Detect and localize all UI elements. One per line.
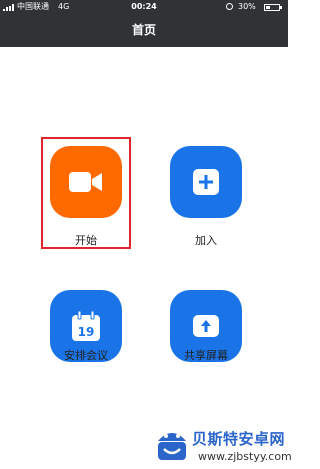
status-bar: 中国联通 4G 00:24 30% (0, 0, 288, 14)
plus-icon (193, 169, 219, 195)
join-meeting-button[interactable] (170, 146, 242, 218)
schedule-meeting-label: 安排会议 (64, 349, 108, 362)
video-camera-icon (69, 172, 102, 192)
start-meeting-button[interactable] (50, 146, 122, 218)
android-logo-icon (158, 433, 186, 460)
watermark: 贝斯特安卓网 www.zjbstyy.com (150, 423, 292, 469)
share-screen-label: 共享屏幕 (184, 349, 228, 362)
start-meeting-label: 开始 (75, 234, 97, 247)
calendar-day: 19 (78, 325, 95, 339)
rotation-lock-icon (226, 3, 233, 10)
watermark-title: 贝斯特安卓网 (192, 430, 286, 448)
battery-icon (264, 4, 282, 11)
page-title: 首页 (131, 23, 156, 37)
watermark-url: www.zjbstyy.com (198, 450, 292, 463)
battery-percentage: 30% (238, 2, 256, 11)
join-meeting-label: 加入 (195, 234, 217, 247)
nav-bar: 首页 (0, 14, 288, 47)
share-up-arrow-icon (193, 315, 219, 337)
calendar-icon: 19 (72, 311, 100, 341)
